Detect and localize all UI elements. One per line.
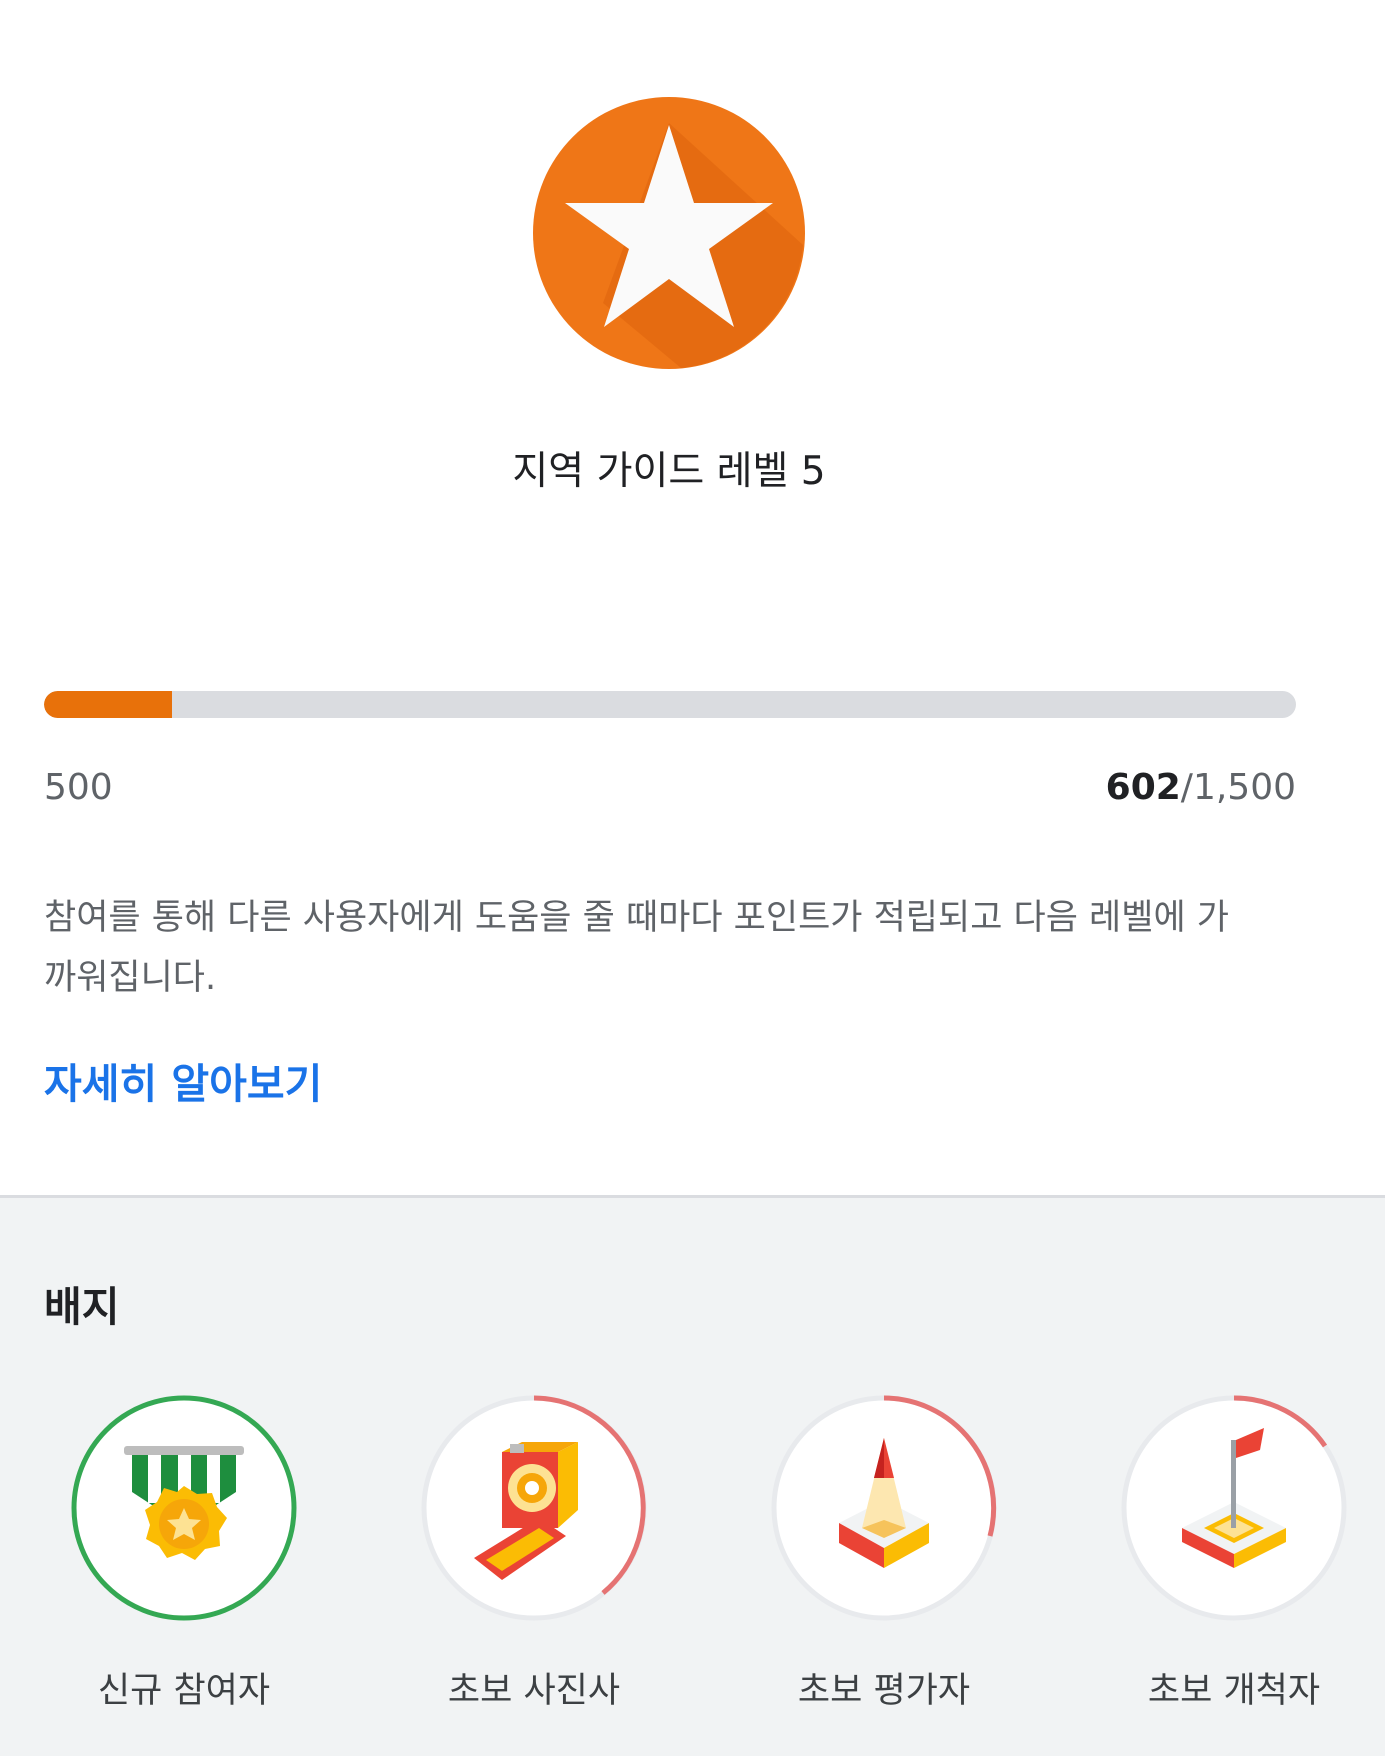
level-description: 참여를 통해 다른 사용자에게 도움을 줄 때마다 포인트가 적립되고 다음 레…: [44, 898, 1229, 998]
badge-label: 초보 평가자: [797, 1671, 971, 1711]
star-icon: [533, 97, 805, 369]
badge-beginner-explorer[interactable]: 초보 개척자: [1114, 1388, 1354, 1713]
badge-beginner-reviewer[interactable]: 초보 평가자: [764, 1388, 1004, 1713]
badge-label: 초보 사진사: [447, 1671, 621, 1711]
progress-min-label: 500: [44, 767, 113, 808]
camera-icon: [421, 1395, 647, 1621]
badge-label: 초보 개척자: [1147, 1671, 1321, 1711]
badge-new-contributor[interactable]: 신규 참여자: [64, 1388, 304, 1713]
flag-icon: [1121, 1395, 1347, 1621]
level-progress-fill: [44, 691, 172, 718]
badge-beginner-photographer[interactable]: 초보 사진사: [414, 1388, 654, 1713]
level-progress-bar: [44, 691, 1296, 718]
badges-section: 배지 신규 참여자 초보 사진사 초보 평가자 초보 개척자: [0, 1195, 1385, 1756]
points-separator: /: [1180, 767, 1193, 808]
medal-icon: [71, 1395, 297, 1621]
level-title: 지역 가이드 레벨 5: [512, 449, 826, 494]
current-points: 602: [1105, 767, 1181, 808]
points-counter: 602/1,500: [1106, 767, 1296, 808]
badge-label: 신규 참여자: [97, 1671, 271, 1711]
learn-more-link[interactable]: 자세히 알아보기: [44, 1050, 322, 1110]
target-points: 1,500: [1192, 767, 1296, 808]
level-section: 지역 가이드 레벨 5 500 602/1,500 참여를 통해 다른 사용자에…: [0, 0, 1385, 1195]
pencil-icon: [771, 1395, 997, 1621]
badges-title: 배지: [44, 1283, 120, 1331]
